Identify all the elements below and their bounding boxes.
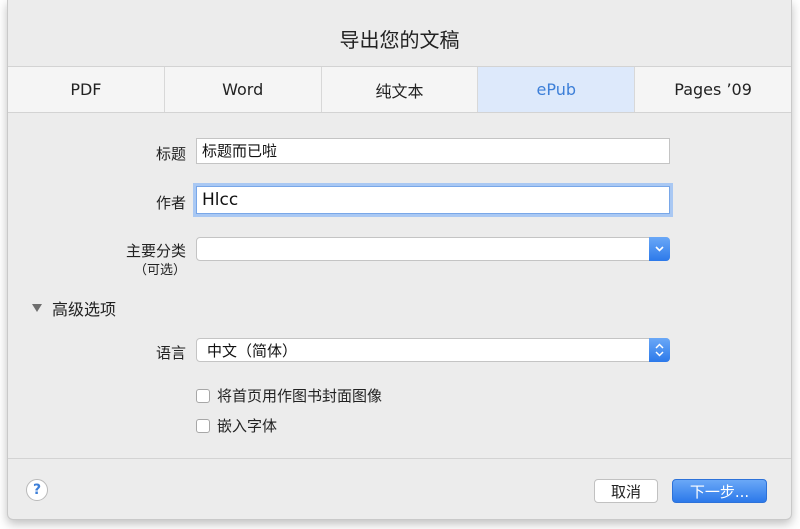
next-button[interactable]: 下一步... (672, 479, 767, 503)
cover-image-label: 将首页用作图书封面图像 (217, 387, 383, 405)
export-format-tabs: PDF Word 纯文本 ePub Pages ’09 (8, 66, 791, 113)
tab-pages-09[interactable]: Pages ’09 (635, 67, 791, 112)
author-label: 作者 (155, 194, 186, 212)
chevron-down-icon (649, 237, 670, 261)
author-field[interactable]: Hlcc (196, 186, 670, 214)
embed-fonts-option[interactable]: 嵌入字体 (196, 415, 277, 436)
tab-epub[interactable]: ePub (478, 67, 636, 112)
title-label: 标题 (155, 145, 186, 163)
language-popup-value: 中文（简体） (207, 342, 298, 360)
category-optional-label: （可选） (133, 263, 186, 278)
export-dialog: 导出您的文稿 PDF Word 纯文本 ePub Pages ’09 标题 标题… (7, 0, 792, 520)
tab-word[interactable]: Word (165, 67, 322, 112)
title-field[interactable]: 标题而已啦 (196, 138, 670, 164)
language-label: 语言 (155, 344, 186, 362)
advanced-options-label: 高级选项 (52, 300, 117, 319)
dialog-title: 导出您的文稿 (339, 28, 460, 52)
tab-pdf[interactable]: PDF (8, 67, 165, 112)
chevron-updown-icon (649, 338, 670, 362)
tab-plain-text[interactable]: 纯文本 (322, 67, 479, 112)
category-label: 主要分类 (125, 242, 186, 260)
cover-image-checkbox[interactable] (196, 388, 210, 403)
cover-image-option[interactable]: 将首页用作图书封面图像 (196, 385, 382, 406)
cancel-button[interactable]: 取消 (594, 479, 658, 503)
embed-fonts-label: 嵌入字体 (217, 417, 278, 435)
footer-divider (8, 458, 791, 459)
advanced-options-toggle[interactable]: 高级选项 (32, 296, 116, 320)
help-icon[interactable]: ? (26, 479, 48, 501)
category-popup[interactable] (196, 237, 670, 261)
embed-fonts-checkbox[interactable] (196, 418, 210, 433)
disclosure-triangle-icon (32, 304, 42, 312)
language-popup[interactable]: 中文（简体） (196, 338, 670, 362)
